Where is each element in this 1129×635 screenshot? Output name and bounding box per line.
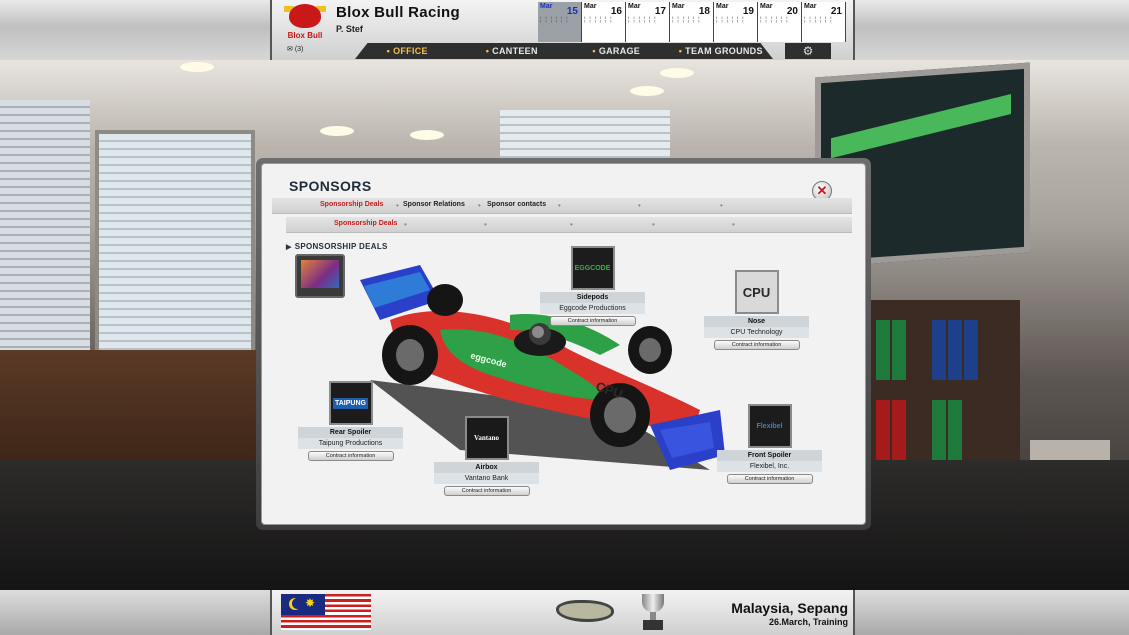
calendar-day[interactable]: Mar 15 ¦ ¦ ¦ ¦ ¦ ¦ bbox=[538, 2, 582, 42]
dialog-title: SPONSORS bbox=[289, 178, 372, 194]
race-session: 26.March, Training bbox=[768, 617, 848, 627]
tab-bar: Sponsorship Deals • Sponsor Relations • … bbox=[272, 198, 852, 214]
slot-sponsor-name: Vantano Bank bbox=[434, 473, 539, 484]
calendar-day[interactable]: Mar 17 ¦ ¦ ¦ ¦ ¦ ¦ bbox=[626, 2, 670, 42]
ceiling-light bbox=[320, 126, 354, 136]
tab-sponsor-contacts[interactable]: Sponsor contacts bbox=[487, 201, 546, 208]
slot-part-label: Sidepods bbox=[540, 292, 645, 303]
sponsor-logo-cpu[interactable]: CPU bbox=[734, 270, 779, 314]
slot-sponsor-name: Eggcode Productions bbox=[540, 303, 645, 314]
calendar-day[interactable]: Mar 19 ¦ ¦ ¦ ¦ ¦ ¦ bbox=[714, 2, 758, 42]
message-count: (3) bbox=[294, 46, 304, 53]
team-name: Blox Bull Racing bbox=[336, 4, 460, 21]
sponsor-logo-vantano[interactable]: Vantano bbox=[464, 416, 509, 460]
main-nav: • OFFICE • CANTEEN • GARAGE • TEAM GROUNDS bbox=[355, 43, 773, 59]
slot-part-label: Front Spoiler bbox=[717, 450, 822, 461]
trophy-icon[interactable] bbox=[637, 594, 669, 632]
subtab-bar: Sponsorship Deals • • • • • bbox=[286, 217, 852, 233]
sponsor-logo-taipung[interactable]: TAIPUNG bbox=[328, 381, 373, 425]
slot-part-label: Nose bbox=[704, 316, 809, 327]
sponsor-slot-sidepods: EGGCODE Sidepods Eggcode Productions Con… bbox=[540, 246, 645, 326]
nav-canteen[interactable]: • CANTEEN bbox=[460, 46, 565, 56]
sponsor-slot-nose: CPU Nose CPU Technology Contract informa… bbox=[704, 270, 809, 350]
section-title: ▶ SPONSORSHIP DEALS bbox=[286, 242, 388, 251]
race-location: Malaysia, Sepang bbox=[731, 600, 848, 616]
calendar-day[interactable]: Mar 18 ¦ ¦ ¦ ¦ ¦ ¦ bbox=[670, 2, 714, 42]
sponsors-panel: SPONSORS ✕ Sponsorship Deals • Sponsor R… bbox=[261, 163, 866, 525]
sponsor-logo-eggcode[interactable]: EGGCODE bbox=[570, 246, 615, 290]
calendar-day[interactable]: Mar 21 ¦ ¦ ¦ ¦ ¦ ¦ bbox=[802, 2, 846, 42]
contract-information-button[interactable]: Contract information bbox=[726, 474, 813, 484]
contract-information-button[interactable]: Contract information bbox=[549, 316, 636, 326]
manager-name: P. Stef bbox=[336, 24, 363, 34]
tab-sponsorship-deals[interactable]: Sponsorship Deals bbox=[320, 201, 383, 208]
ceiling-light bbox=[660, 68, 694, 78]
calendar-strip: Mar 15 ¦ ¦ ¦ ¦ ¦ ¦ Mar 16 ¦ ¦ ¦ ¦ ¦ ¦ Ma… bbox=[538, 2, 846, 42]
close-icon: ✕ bbox=[816, 183, 828, 198]
nav-office[interactable]: • OFFICE bbox=[355, 46, 460, 56]
gear-icon: ⚙ bbox=[802, 44, 814, 58]
slot-sponsor-name: CPU Technology bbox=[704, 327, 809, 338]
slot-part-label: Rear Spoiler bbox=[298, 427, 403, 438]
nav-garage[interactable]: • GARAGE bbox=[564, 46, 669, 56]
sponsors-dialog: SPONSORS ✕ Sponsorship Deals • Sponsor R… bbox=[256, 158, 871, 530]
arrow-right-icon: ▶ bbox=[286, 244, 292, 251]
contract-information-button[interactable]: Contract information bbox=[443, 486, 530, 496]
window-blinds bbox=[95, 130, 255, 380]
sponsor-slot-rear-spoiler: TAIPUNG Rear Spoiler Taipung Productions… bbox=[298, 381, 403, 461]
ceiling-light bbox=[630, 86, 664, 96]
sponsor-slot-front-spoiler: Flexibel Front Spoiler Flexibel, Inc. Co… bbox=[717, 404, 822, 484]
contract-information-button[interactable]: Contract information bbox=[713, 340, 800, 350]
slot-part-label: Airbox bbox=[434, 462, 539, 473]
team-logo-text: Blox Bull bbox=[287, 31, 323, 40]
sponsor-logo-flexibel[interactable]: Flexibel bbox=[747, 404, 792, 448]
tab-sponsor-relations[interactable]: Sponsor Relations bbox=[403, 201, 465, 208]
malaysia-flag-icon: ✸ bbox=[281, 594, 371, 630]
ceiling-light bbox=[410, 130, 444, 140]
tv-icon[interactable] bbox=[295, 254, 345, 298]
subtab-sponsorship-deals[interactable]: Sponsorship Deals bbox=[334, 220, 397, 227]
sponsor-slot-airbox: Vantano Airbox Vantano Bank Contract inf… bbox=[434, 416, 539, 496]
contract-information-button[interactable]: Contract information bbox=[307, 451, 394, 461]
bull-icon bbox=[289, 4, 321, 28]
team-logo: Blox Bull bbox=[282, 4, 328, 42]
mail-icon: ✉ bbox=[287, 46, 293, 53]
slot-sponsor-name: Taipung Productions bbox=[298, 438, 403, 449]
calendar-day[interactable]: Mar 16 ¦ ¦ ¦ ¦ ¦ ¦ bbox=[582, 2, 626, 42]
slot-sponsor-name: Flexibel, Inc. bbox=[717, 461, 822, 472]
calendar-day[interactable]: Mar 20 ¦ ¦ ¦ ¦ ¦ ¦ bbox=[758, 2, 802, 42]
settings-button[interactable]: ⚙ bbox=[785, 43, 831, 59]
nav-team-grounds[interactable]: • TEAM GROUNDS bbox=[669, 46, 774, 56]
messages-indicator[interactable]: ✉ (3) bbox=[287, 45, 303, 53]
ceiling-light bbox=[180, 62, 214, 72]
